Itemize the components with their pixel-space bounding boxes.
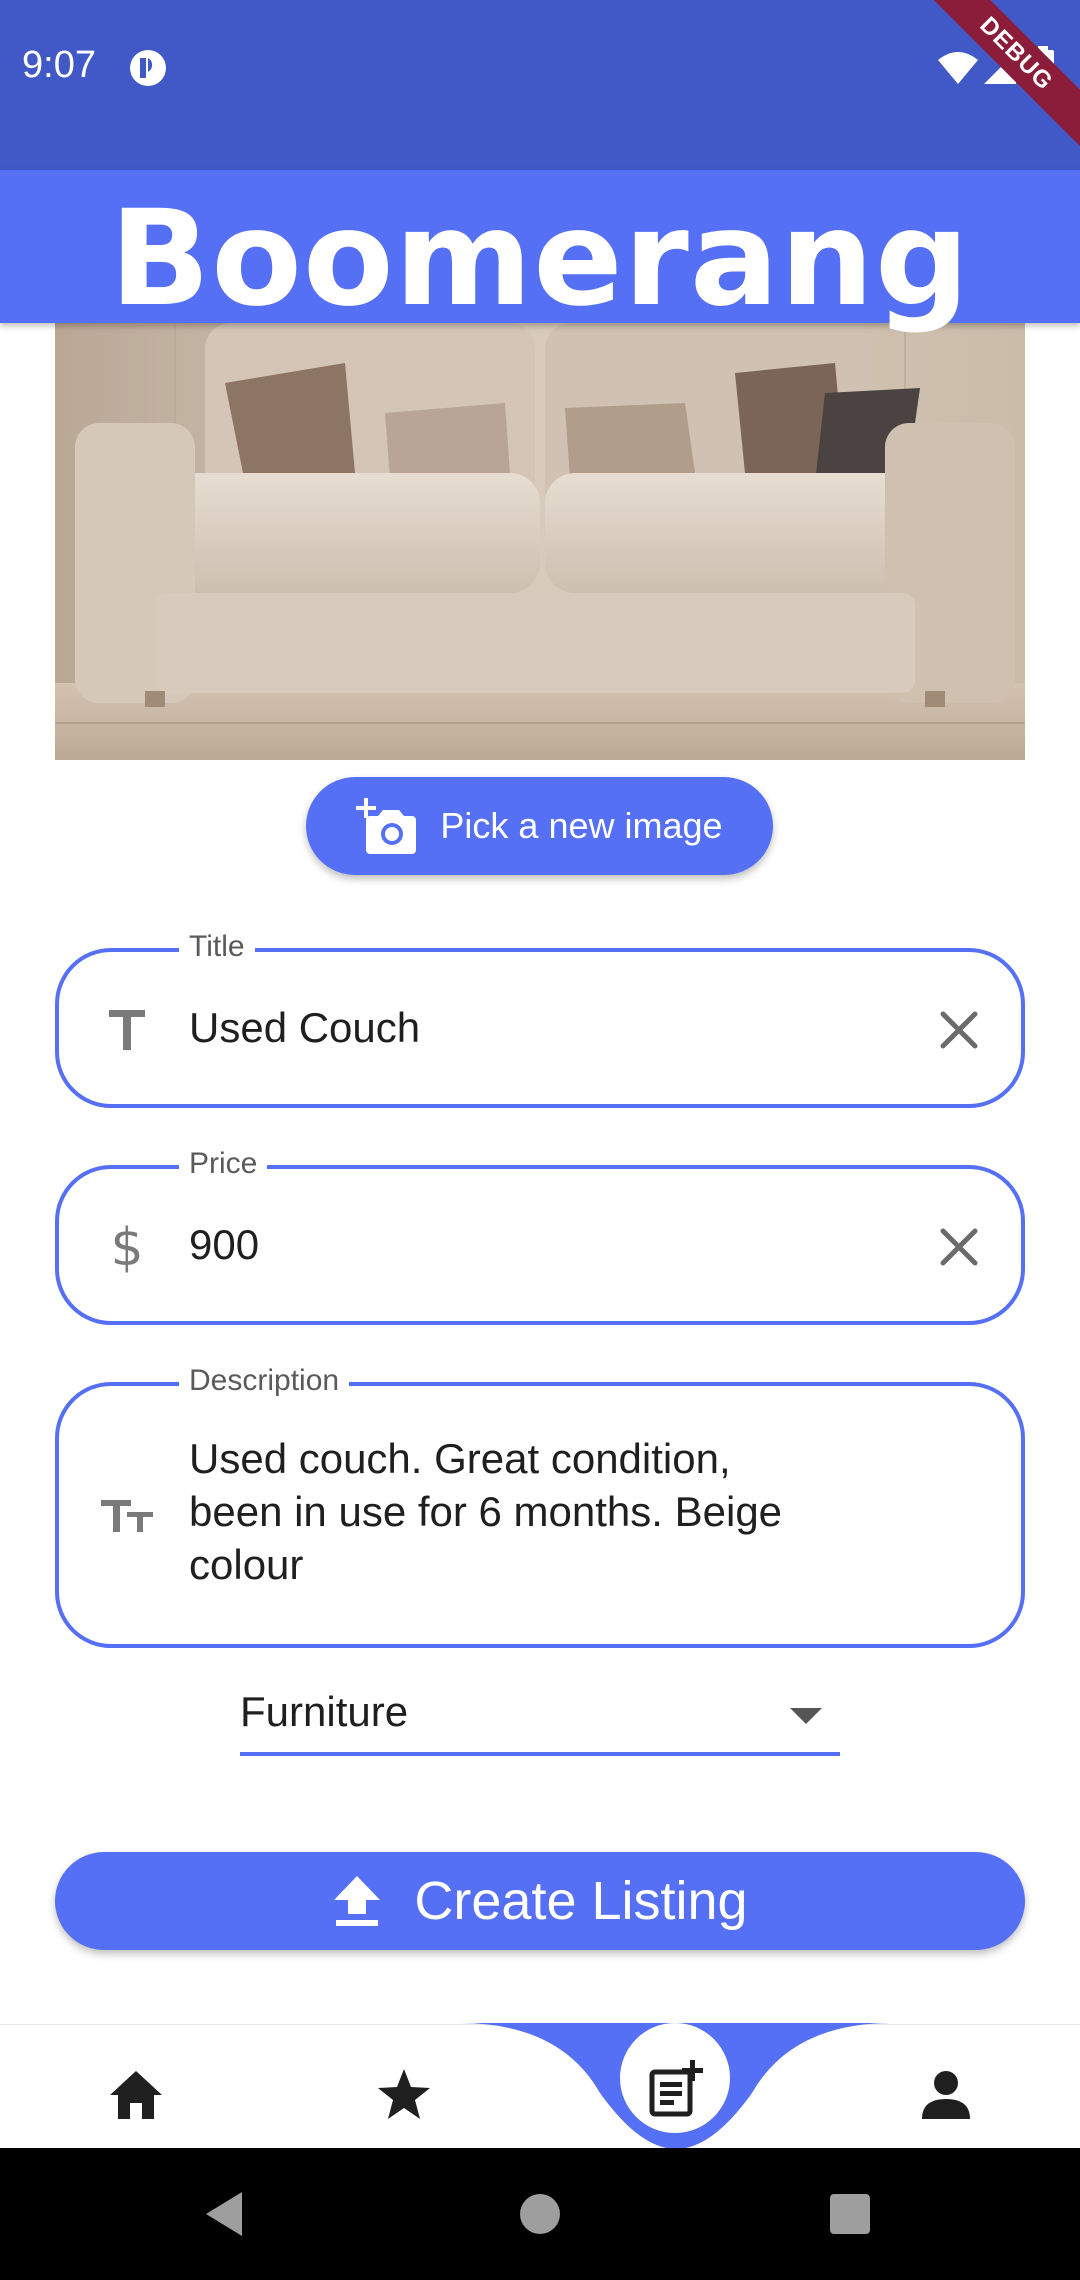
description-line: colour — [189, 1541, 304, 1588]
pick-image-button[interactable]: Pick a new image — [306, 777, 773, 875]
description-line: Used couch. Great condition, — [189, 1435, 731, 1482]
app-bar: Boomerang — [0, 170, 1080, 334]
debug-banner: DEBUG — [920, 0, 1080, 160]
star-icon[interactable] — [374, 2065, 434, 2125]
title-field[interactable]: Title Used Couch — [55, 930, 1025, 1108]
home-icon[interactable] — [106, 2065, 166, 2125]
app-notification-icon — [130, 50, 166, 86]
status-bar: 9:07 DEBUG — [0, 0, 1080, 170]
recents-icon[interactable] — [822, 2186, 878, 2242]
add-a-photo-icon — [356, 798, 417, 854]
create-listing-label: Create Listing — [414, 1871, 748, 1931]
title-input[interactable]: Used Couch — [189, 1004, 420, 1052]
system-navigation-bar — [0, 2148, 1080, 2280]
home-circle-icon[interactable] — [512, 2186, 568, 2242]
price-field-label: Price — [179, 1147, 268, 1181]
description-line: been in use for 6 months. Beige — [189, 1488, 783, 1535]
status-time: 9:07 — [22, 44, 96, 86]
create-listing-button[interactable]: Create Listing — [55, 1852, 1025, 1950]
debug-label: DEBUG — [920, 0, 1080, 153]
back-icon[interactable] — [198, 2186, 254, 2242]
description-field-label: Description — [179, 1364, 350, 1398]
title-field-label: Title — [179, 930, 255, 964]
bottom-navigation — [0, 2023, 1080, 2149]
app-logo: Boomerang — [109, 182, 971, 336]
price-input[interactable]: 900 — [189, 1221, 259, 1269]
dropdown-arrow-icon — [790, 1708, 822, 1724]
category-dropdown[interactable]: Furniture — [240, 1680, 840, 1756]
product-image — [55, 323, 1025, 760]
person-icon[interactable] — [916, 2065, 976, 2125]
title-text-icon — [109, 1010, 145, 1050]
text-fields-icon — [101, 1500, 153, 1532]
pick-image-label: Pick a new image — [440, 805, 723, 846]
description-field[interactable]: Description Used couch. Great condition,… — [55, 1364, 1025, 1648]
clear-price-icon[interactable] — [935, 1223, 983, 1271]
upload-icon — [334, 1876, 381, 1926]
price-field[interactable]: Price $ 900 — [55, 1147, 1025, 1325]
dollar-icon: $ — [110, 1218, 143, 1277]
description-input[interactable]: Used couch. Great condition, been in use… — [189, 1432, 782, 1591]
post-add-icon[interactable] — [646, 2060, 704, 2118]
clear-title-icon[interactable] — [935, 1006, 983, 1054]
svg-text:$: $ — [110, 1218, 143, 1277]
category-value: Furniture — [240, 1688, 409, 1735]
